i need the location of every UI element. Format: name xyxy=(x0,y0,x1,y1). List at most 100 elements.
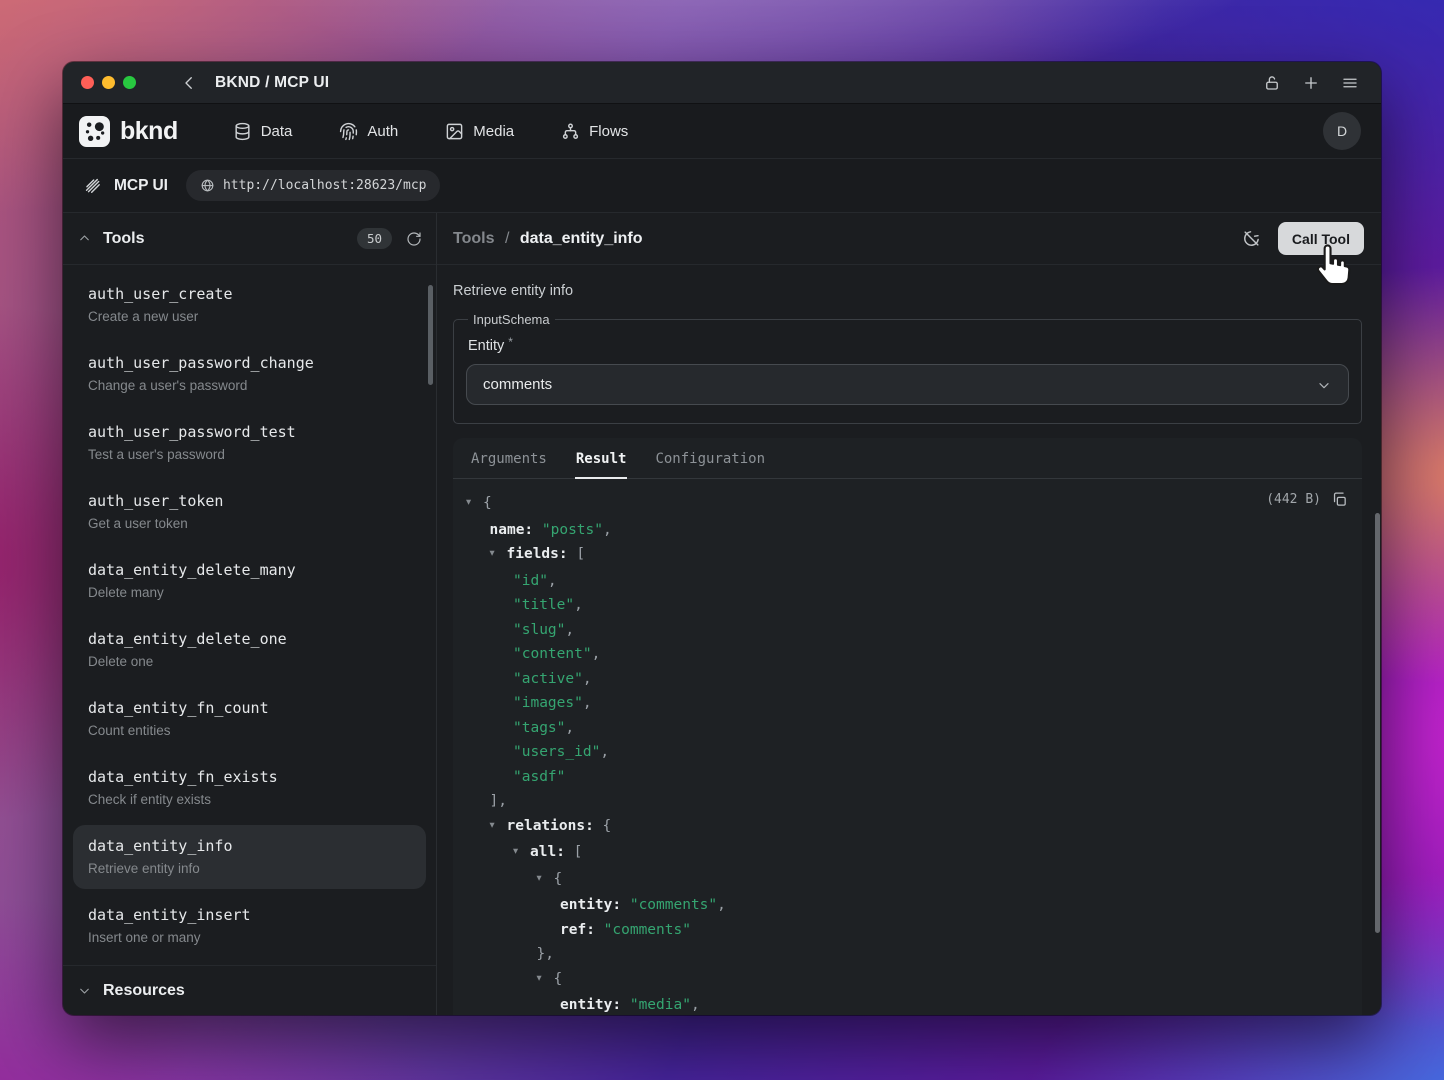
collapse-toggle-icon[interactable]: ▼ xyxy=(490,813,507,838)
brand-name: bknd xyxy=(120,117,178,146)
sidebar-item-data_entity_fn_count[interactable]: data_entity_fn_count Count entities xyxy=(73,687,426,751)
collapse-toggle-icon[interactable]: ▼ xyxy=(466,491,483,516)
result-tabs: Arguments Result Configuration xyxy=(453,438,1362,479)
tools-sidebar: Tools 50 auth_user_create Create a new u… xyxy=(63,213,437,1015)
sidebar-item-auth_user_create[interactable]: auth_user_create Create a new user xyxy=(73,273,426,337)
json-line: "asdf" xyxy=(453,765,1346,790)
call-tool-button[interactable]: Call Tool xyxy=(1278,222,1364,255)
resources-section-title: Resources xyxy=(103,982,185,1000)
globe-icon xyxy=(200,178,215,193)
sidebar-item-auth_user_password_test[interactable]: auth_user_password_test Test a user's pa… xyxy=(73,411,426,475)
zoom-window-button[interactable] xyxy=(123,76,136,89)
json-line: "id", xyxy=(453,569,1346,594)
json-line: ref: "comments" xyxy=(453,918,1346,943)
window-title: BKND / MCP UI xyxy=(215,74,329,92)
chevron-up-icon[interactable] xyxy=(77,231,92,246)
main-scrollbar[interactable] xyxy=(1375,513,1380,933)
bknd-logo-icon xyxy=(79,116,110,147)
collapse-toggle-icon[interactable]: ▼ xyxy=(490,542,507,567)
json-tree: ▼{name: "posts",▼fields: ["id","title","… xyxy=(453,491,1346,1015)
collapse-toggle-icon[interactable]: ▼ xyxy=(537,966,554,991)
entity-label: Entity* xyxy=(468,335,1347,354)
breadcrumb-separator: / xyxy=(505,230,509,247)
sidebar-item-data_entity_info[interactable]: data_entity_info Retrieve entity info xyxy=(73,825,426,889)
json-line: "title", xyxy=(453,593,1346,618)
json-line: ], xyxy=(453,789,1346,814)
sidebar-item-data_entity_delete_one[interactable]: data_entity_delete_one Delete one xyxy=(73,618,426,682)
entity-select-value: comments xyxy=(483,376,552,393)
header-actions: Call Tool xyxy=(1242,222,1364,255)
mcp-subheader: MCP UI http://localhost:28623/mcp xyxy=(63,159,1381,213)
entity-select[interactable]: comments xyxy=(466,364,1349,405)
resources-section-header[interactable]: Resources xyxy=(63,965,436,1015)
flows-icon xyxy=(561,122,580,141)
desktop-wallpaper: BKND / MCP UI bknd D xyxy=(0,0,1444,1080)
history-off-icon[interactable] xyxy=(1242,229,1261,248)
sidebar-item-auth_user_password_change[interactable]: auth_user_password_change Change a user'… xyxy=(73,342,426,406)
database-icon xyxy=(233,122,252,141)
result-meta: (442 B) xyxy=(1266,491,1348,508)
bknd-logo[interactable]: bknd xyxy=(79,116,178,147)
tool-detail-panel: Tools / data_entity_info Call Tool Retri… xyxy=(437,213,1381,1015)
sidebar-item-auth_user_token[interactable]: auth_user_token Get a user token xyxy=(73,480,426,544)
nav-item-media[interactable]: Media xyxy=(445,122,514,141)
result-json-area: (442 B) ▼{name: "posts",▼fields: ["id","… xyxy=(453,479,1362,1015)
server-url: http://localhost:28623/mcp xyxy=(223,178,427,193)
app-navbar: bknd Data Auth Media Flows D xyxy=(63,104,1381,159)
input-schema-legend: InputSchema xyxy=(468,312,555,327)
tools-list: auth_user_create Create a new user auth_… xyxy=(63,265,436,965)
sidebar-scrollbar[interactable] xyxy=(428,285,433,385)
tool-detail-content: Retrieve entity info InputSchema Entity*… xyxy=(437,265,1381,1015)
tool-description: Retrieve entity info xyxy=(453,283,1362,299)
new-tab-icon[interactable] xyxy=(1302,74,1320,92)
titlebar-actions xyxy=(1263,74,1359,92)
server-url-pill[interactable]: http://localhost:28623/mcp xyxy=(186,170,441,201)
json-line: name: "posts", xyxy=(453,518,1346,543)
tab-configuration[interactable]: Configuration xyxy=(654,438,766,479)
breadcrumb-tools-link[interactable]: Tools xyxy=(453,230,494,247)
json-line: entity: "media", xyxy=(453,993,1346,1015)
breadcrumb: Tools / data_entity_info xyxy=(453,230,643,248)
tab-result[interactable]: Result xyxy=(575,438,628,479)
json-line: ▼all: [ xyxy=(453,840,1346,867)
app-window: BKND / MCP UI bknd D xyxy=(63,62,1381,1015)
json-line: ▼relations: { xyxy=(453,814,1346,841)
window-titlebar: BKND / MCP UI xyxy=(63,62,1381,104)
copy-icon[interactable] xyxy=(1331,491,1348,508)
input-schema-fieldset: InputSchema Entity* comments xyxy=(453,312,1362,424)
nav-item-auth[interactable]: Auth xyxy=(339,122,398,141)
sidebar-item-data_entity_fn_exists[interactable]: data_entity_fn_exists Check if entity ex… xyxy=(73,756,426,820)
sidebar-item-data_entity_delete_many[interactable]: data_entity_delete_many Delete many xyxy=(73,549,426,613)
nav-items: Data Auth Media Flows xyxy=(233,122,629,141)
tools-section-title: Tools xyxy=(103,230,144,248)
tools-section-header: Tools 50 xyxy=(63,213,436,265)
select-chevron-down-icon xyxy=(1316,377,1332,393)
breadcrumb-current: data_entity_info xyxy=(520,230,643,247)
tab-arguments[interactable]: Arguments xyxy=(470,438,548,479)
lock-icon[interactable] xyxy=(1263,74,1281,92)
json-line: }, xyxy=(453,942,1346,967)
json-line: ▼{ xyxy=(453,967,1346,994)
refresh-icon[interactable] xyxy=(406,231,422,247)
close-window-button[interactable] xyxy=(81,76,94,89)
chevron-down-icon[interactable] xyxy=(77,983,92,998)
json-line: ▼fields: [ xyxy=(453,542,1346,569)
back-icon[interactable] xyxy=(180,74,198,92)
json-line: entity: "comments", xyxy=(453,893,1346,918)
page-title: MCP UI xyxy=(114,177,168,195)
nav-item-data[interactable]: Data xyxy=(233,122,293,141)
sidebar-item-data_entity_insert[interactable]: data_entity_insert Insert one or many xyxy=(73,894,426,958)
json-line: ▼{ xyxy=(453,867,1346,894)
nav-item-flows[interactable]: Flows xyxy=(561,122,628,141)
collapse-toggle-icon[interactable]: ▼ xyxy=(537,866,554,891)
traffic-lights xyxy=(81,76,136,89)
json-line: "slug", xyxy=(453,618,1346,643)
required-mark: * xyxy=(508,335,513,349)
collapse-toggle-icon[interactable]: ▼ xyxy=(513,840,530,865)
json-line: "images", xyxy=(453,691,1346,716)
menu-icon[interactable] xyxy=(1341,74,1359,92)
minimize-window-button[interactable] xyxy=(102,76,115,89)
avatar[interactable]: D xyxy=(1323,112,1361,150)
result-panel: ArgumentsResultConfiguration (442 B) ▼{n… xyxy=(453,438,1362,1015)
json-line: ▼{ xyxy=(453,491,1346,518)
